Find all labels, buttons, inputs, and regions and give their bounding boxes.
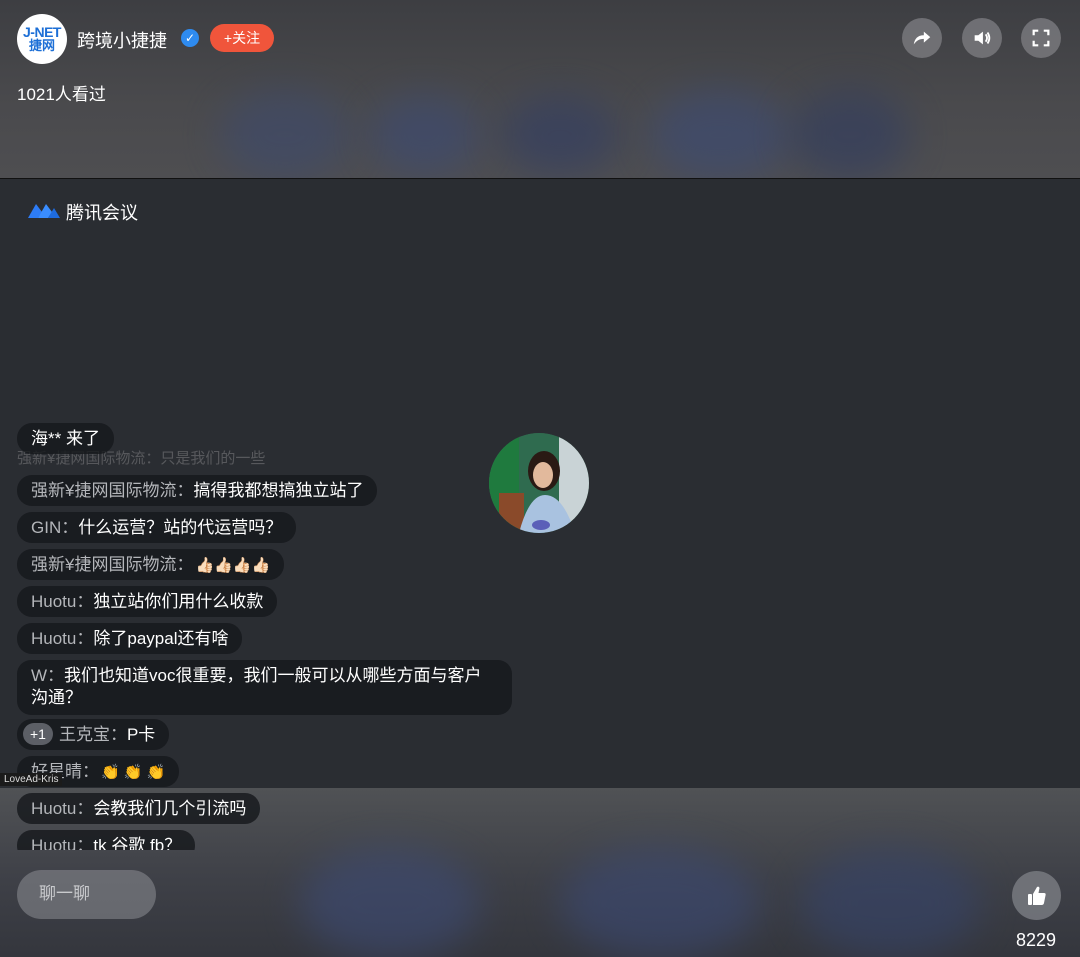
host-avatar[interactable]: J-NET 捷网 xyxy=(17,14,67,64)
fullscreen-icon xyxy=(1032,29,1050,47)
avatar-logo-subtext: 捷网 xyxy=(28,38,55,53)
share-icon xyxy=(913,31,931,45)
join-notice-text: 海** 来了 xyxy=(31,429,100,448)
plus-one-badge[interactable]: +1 xyxy=(23,722,53,745)
chat-sender: GIN： xyxy=(31,518,79,537)
view-count: 1021人看过 xyxy=(17,85,106,104)
fullscreen-button[interactable] xyxy=(1021,18,1061,58)
share-button[interactable] xyxy=(902,18,942,58)
speaker-image xyxy=(489,433,589,533)
chat-sender: Huotu： xyxy=(31,799,94,818)
chat-message: Huotu：tk 谷歌 fb？ xyxy=(17,830,196,850)
chat-message: 强新¥捷网国际物流： 👍🏻👍🏻👍🏻👍🏻 xyxy=(17,549,285,580)
speaker-video-thumbnail[interactable] xyxy=(489,433,589,533)
overlay-label: LoveAd-Kris xyxy=(0,773,63,786)
chat-clip: Huotu：tk 谷歌 fb？ xyxy=(0,830,560,850)
volume-button[interactable] xyxy=(962,18,1002,58)
chat-message: W：我们也知道voc很重要，我们一般可以从哪些方面与客户沟通？ xyxy=(17,660,512,715)
chat-text: 👏 👏 👏 xyxy=(101,764,166,781)
chat-input-box[interactable] xyxy=(17,870,156,919)
chat-input[interactable] xyxy=(37,883,151,905)
meeting-app-name: 腾讯会议 xyxy=(66,203,138,223)
tencent-meeting-logo-icon xyxy=(28,204,60,218)
thumbs-up-icon xyxy=(1027,886,1046,905)
chat-text: 搞得我都想搞独立站了 xyxy=(193,481,364,500)
volume-icon xyxy=(974,31,991,45)
follow-button[interactable]: +关注 xyxy=(210,24,274,52)
chat-sender: 王克宝： xyxy=(58,725,127,744)
chat-text: 👍🏻👍🏻👍🏻👍🏻 xyxy=(195,557,271,574)
chat-message: +1 王克宝：P卡 xyxy=(17,719,170,750)
like-count: 8229 xyxy=(1016,930,1057,950)
chat-message: Huotu：独立站你们用什么收款 xyxy=(17,586,278,617)
chat-sender: 强新¥捷网国际物流： xyxy=(31,555,194,574)
chat-text: 我们也知道voc很重要，我们一般可以从哪些方面与客户沟通？ xyxy=(31,666,482,707)
host-name[interactable]: 跨境小捷捷 xyxy=(77,27,167,53)
chat-sender: Huotu： xyxy=(31,592,94,611)
verified-icon: ✓ xyxy=(181,29,199,47)
chat-message: Huotu：会教我们几个引流吗 xyxy=(17,793,261,824)
chat-sender: 强新¥捷网国际物流： xyxy=(31,481,194,500)
chat-text: tk 谷歌 fb？ xyxy=(93,836,182,850)
chat-text: 什么运营？站的代运营吗？ xyxy=(78,518,283,537)
chat-text: P卡 xyxy=(126,725,156,744)
chat-sender: W： xyxy=(31,666,65,685)
join-notice: 海** 来了 xyxy=(17,423,114,454)
like-button[interactable] xyxy=(1012,871,1061,920)
chat-message: GIN：什么运营？站的代运营吗？ xyxy=(17,512,297,543)
chat-message: 强新¥捷网国际物流：搞得我都想搞独立站了 xyxy=(17,475,378,506)
chat-text: 除了paypal还有啥 xyxy=(93,629,229,648)
chat-message: Huotu：除了paypal还有啥 xyxy=(17,623,243,654)
chat-sender: Huotu： xyxy=(31,836,94,850)
chat-text: 会教我们几个引流吗 xyxy=(93,799,247,818)
chat-sender: Huotu： xyxy=(31,629,94,648)
chat-text: 独立站你们用什么收款 xyxy=(93,592,264,611)
avatar-logo-text: J-NET xyxy=(23,24,61,40)
